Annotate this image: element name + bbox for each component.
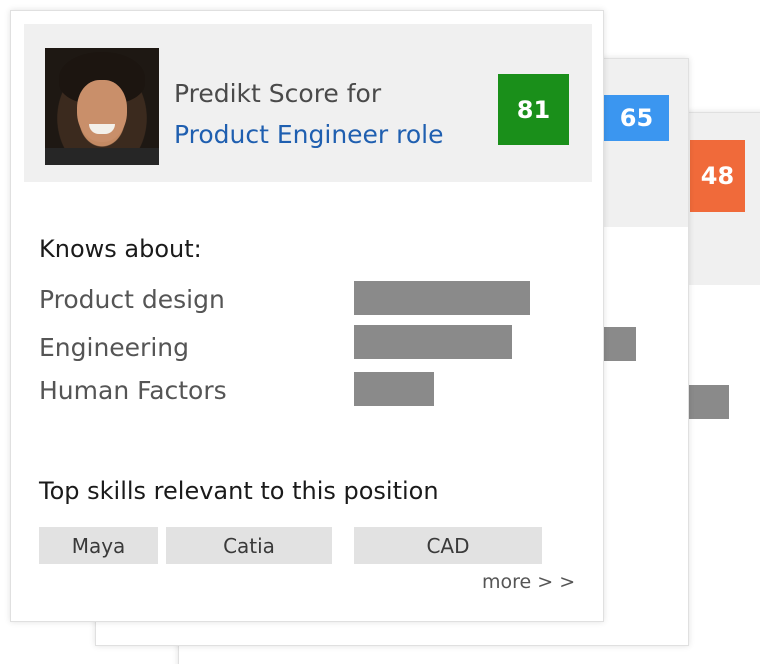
score-badge: 81: [498, 74, 569, 145]
score-badge: 65: [604, 95, 669, 141]
avatar: [45, 48, 159, 165]
skill-tag[interactable]: CAD: [354, 527, 542, 564]
skill-bar: [689, 385, 729, 419]
skill-bar: [604, 327, 636, 361]
candidate-card-1[interactable]: Predikt Score for Product Engineer role …: [10, 10, 604, 622]
knowledge-bar: [354, 281, 530, 315]
more-link[interactable]: more > >: [482, 571, 575, 593]
card-header: Predikt Score for Product Engineer role …: [24, 24, 592, 182]
top-skills-title: Top skills relevant to this position: [39, 477, 439, 505]
knowledge-label: Product design: [39, 285, 225, 314]
knowledge-bar: [354, 325, 512, 359]
shirt-shape: [45, 148, 159, 165]
score-badge: 48: [690, 140, 745, 212]
score-title: Predikt Score for: [174, 79, 382, 108]
knowledge-label: Human Factors: [39, 376, 227, 405]
knowledge-label: Engineering: [39, 333, 189, 362]
role-link[interactable]: Product Engineer role: [174, 120, 444, 149]
skill-tag[interactable]: Maya: [39, 527, 158, 564]
stacked-score-cards: 48 65 Predikt Score for Product Engineer…: [0, 0, 760, 664]
knows-about-title: Knows about:: [39, 235, 202, 263]
knowledge-bar: [354, 372, 434, 406]
skill-tag[interactable]: Catia: [166, 527, 332, 564]
